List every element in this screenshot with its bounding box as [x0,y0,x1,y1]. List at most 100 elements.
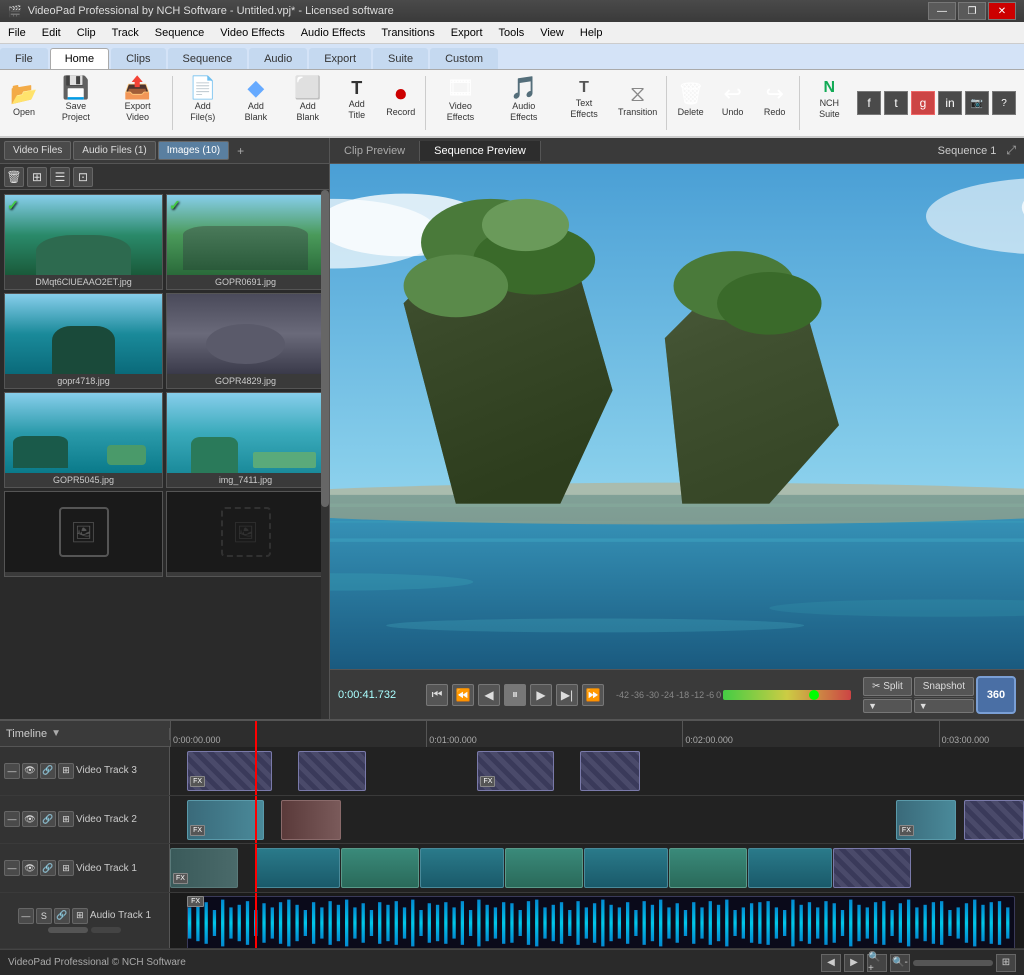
tab-clip-preview[interactable]: Clip Preview [330,141,420,161]
track-mute-btn[interactable]: — [4,860,20,876]
social-icon-2[interactable]: t [884,91,908,115]
tab-images[interactable]: Images (10) [158,141,229,160]
track-expand-btn[interactable]: ⊞ [58,860,74,876]
scrollbar[interactable] [321,190,329,719]
menu-track[interactable]: Track [104,22,147,44]
track-clip[interactable] [420,848,504,888]
media-item[interactable]: ✓ DMqt6ClUEAAO2ET.jpg [4,194,163,290]
track-link-btn[interactable]: 🔗 [40,763,56,779]
menu-video-effects[interactable]: Video Effects [212,22,292,44]
zoom-slider[interactable] [913,960,993,966]
audio-pan-slider[interactable] [91,927,121,933]
nch-suite-button[interactable]: N NCH Suite [804,72,855,128]
media-item[interactable]: gopr4718.jpg [4,293,163,389]
tab-home[interactable]: Home [50,48,109,69]
btn-360[interactable]: 360 [976,676,1016,714]
open-button[interactable]: 📂 Open [4,72,44,128]
media-delete-btn[interactable]: 🗑 [4,167,24,187]
help-icon[interactable]: ? [992,91,1016,115]
maximize-button[interactable]: ❐ [958,2,986,20]
track-clip[interactable]: FX [187,800,264,840]
track-expand-btn[interactable]: ⊞ [58,763,74,779]
menu-transitions[interactable]: Transitions [373,22,442,44]
menu-edit[interactable]: Edit [34,22,69,44]
timeline-dropdown[interactable]: ▼ [51,728,61,739]
social-icon-1[interactable]: f [857,91,881,115]
track-expand-btn[interactable]: ⊞ [72,908,88,924]
track-clip[interactable]: FX [896,800,956,840]
track-clip[interactable] [505,848,583,888]
social-icon-3[interactable]: g [911,91,935,115]
split-dropdown[interactable]: ▼ [863,699,912,713]
add-title-button[interactable]: T Add Title [335,72,379,128]
track-clip[interactable]: FX [187,751,272,791]
redo-button[interactable]: ↪ Redo [755,72,795,128]
split-button[interactable]: ✂ Split [863,677,912,696]
tab-custom[interactable]: Custom [430,48,498,69]
video-effects-button[interactable]: 🎞 Video Effects [430,72,491,128]
menu-file[interactable]: File [0,22,34,44]
undo-button[interactable]: ↩ Undo [713,72,753,128]
timeline-scroll-left[interactable]: ◀ [821,954,841,972]
add-media-tab[interactable]: + [231,141,250,161]
track-mute-btn[interactable]: — [18,908,34,924]
track-clip[interactable] [341,848,419,888]
step-forward-button[interactable]: ▶| [556,684,578,706]
track-lock-btn[interactable]: 👁 [22,811,38,827]
media-item[interactable]: GOPR4829.jpg [166,293,325,389]
media-item[interactable]: GOPR5045.jpg [4,392,163,488]
pause-button[interactable]: ⏸ [504,684,526,706]
zoom-fit-btn[interactable]: ⊞ [996,954,1016,972]
track-clip[interactable] [964,800,1024,840]
maximize-preview-button[interactable]: ⤢ [1006,143,1016,158]
audio-effects-button[interactable]: 🎵 Audio Effects [493,72,554,128]
track-link-btn[interactable]: 🔗 [40,811,56,827]
track-lock-btn[interactable]: 👁 [22,763,38,779]
transition-button[interactable]: ⧖ Transition [614,72,662,128]
tab-audio-files[interactable]: Audio Files (1) [73,141,155,160]
tab-export[interactable]: Export [309,48,371,69]
tab-audio[interactable]: Audio [249,48,307,69]
track-solo-btn[interactable]: S [36,908,52,924]
track-lock-btn[interactable]: 👁 [22,860,38,876]
media-list-btn[interactable]: ☰ [50,167,70,187]
audio-waveform[interactable] [187,896,1015,948]
track-lock-btn[interactable]: 🔗 [54,908,70,924]
rewind-button[interactable]: ⏪ [452,684,474,706]
track-clip[interactable] [748,848,832,888]
track-expand-btn[interactable]: ⊞ [58,811,74,827]
close-button[interactable]: ✕ [988,2,1016,20]
menu-export[interactable]: Export [443,22,491,44]
track-clip[interactable] [281,800,341,840]
menu-clip[interactable]: Clip [69,22,104,44]
track-clip[interactable] [580,751,640,791]
timeline-ruler[interactable]: 0:00:00.000 0:01:00.000 0:02:00.000 0:03… [170,721,1024,747]
track-mute-btn[interactable]: — [4,763,20,779]
step-back-button[interactable]: ◀ [478,684,500,706]
tab-video-files[interactable]: Video Files [4,141,71,160]
tab-file[interactable]: File [0,48,48,69]
track-clip[interactable] [584,848,668,888]
playhead[interactable] [255,721,257,747]
save-project-button[interactable]: 💾 Save Project [46,72,106,128]
tab-sequence[interactable]: Sequence [168,48,248,69]
add-blank-button[interactable]: ⬜ Add Blank [283,72,333,128]
snapshot-dropdown[interactable]: ▼ [914,699,974,713]
track-clip[interactable]: FX [477,751,554,791]
add-files-button[interactable]: 📄 Add File(s) [177,72,229,128]
track-clip[interactable]: FX [170,848,238,888]
menu-audio-effects[interactable]: Audio Effects [293,22,374,44]
tab-clips[interactable]: Clips [111,48,165,69]
media-grid-btn[interactable]: ⊞ [27,167,47,187]
tab-sequence-preview[interactable]: Sequence Preview [420,141,541,161]
media-item[interactable]: ✓ GOPR0691.jpg [166,194,325,290]
track-clip[interactable] [833,848,911,888]
timeline-scroll-right[interactable]: ▶ [844,954,864,972]
track-clip[interactable] [669,848,747,888]
media-item[interactable]: 🖼 [166,491,325,577]
title-bar-controls[interactable]: — ❐ ✕ [928,2,1016,20]
rewind-start-button[interactable]: ⏮ [426,684,448,706]
track-clip[interactable] [255,848,339,888]
audio-volume-slider[interactable] [48,927,88,933]
text-effects-button[interactable]: T Text Effects [556,72,611,128]
